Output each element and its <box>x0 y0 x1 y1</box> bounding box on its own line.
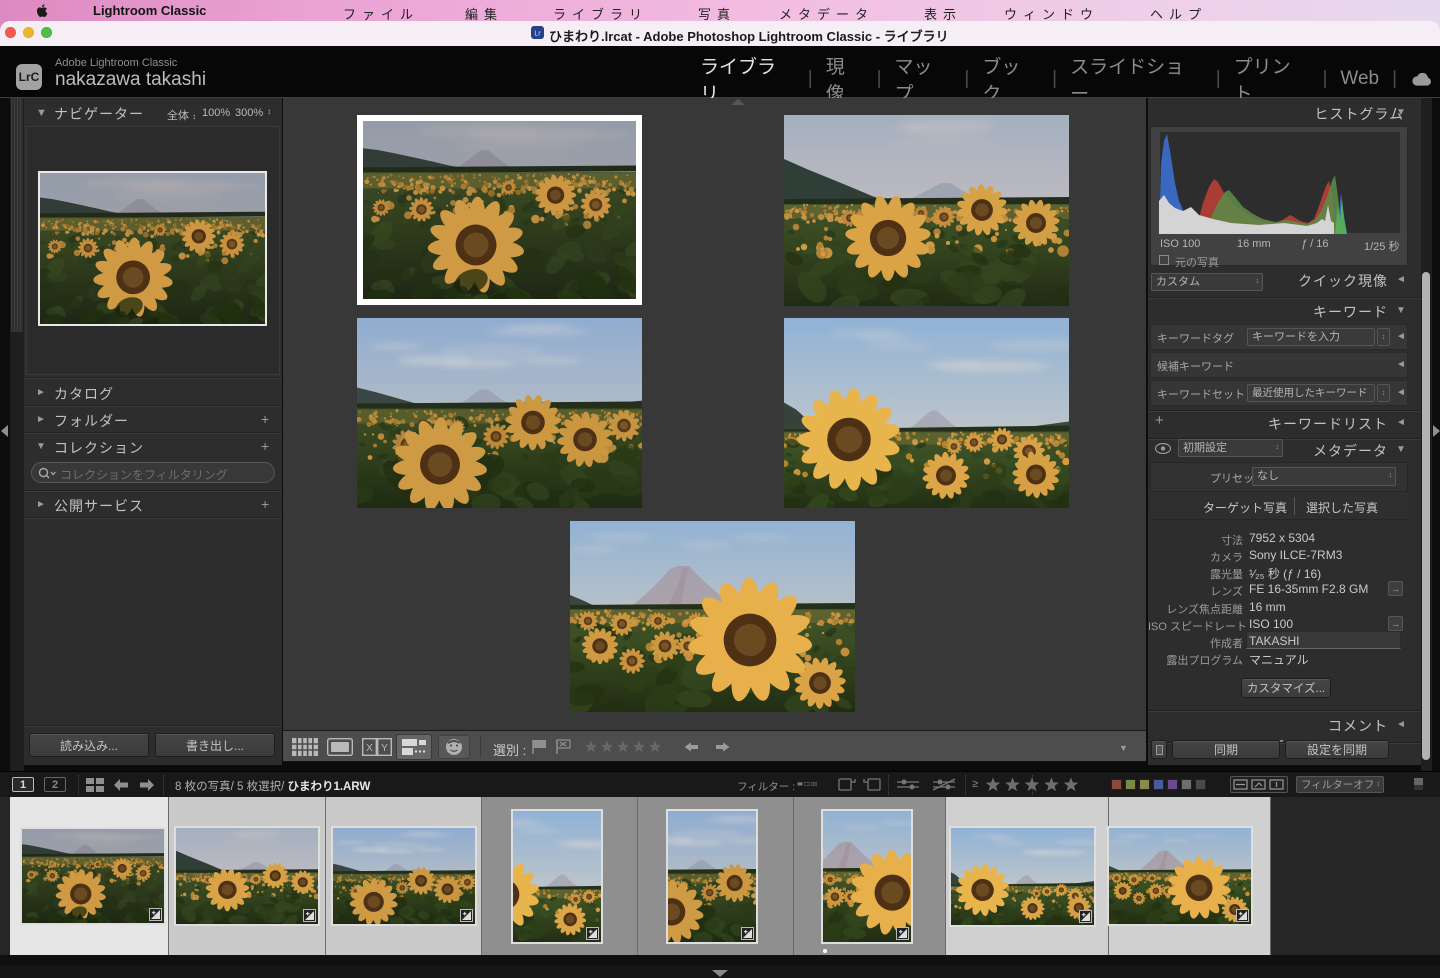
svg-text:X: X <box>366 743 373 754</box>
svg-text:Lr: Lr <box>534 31 541 38</box>
svg-text:Y: Y <box>381 743 388 754</box>
